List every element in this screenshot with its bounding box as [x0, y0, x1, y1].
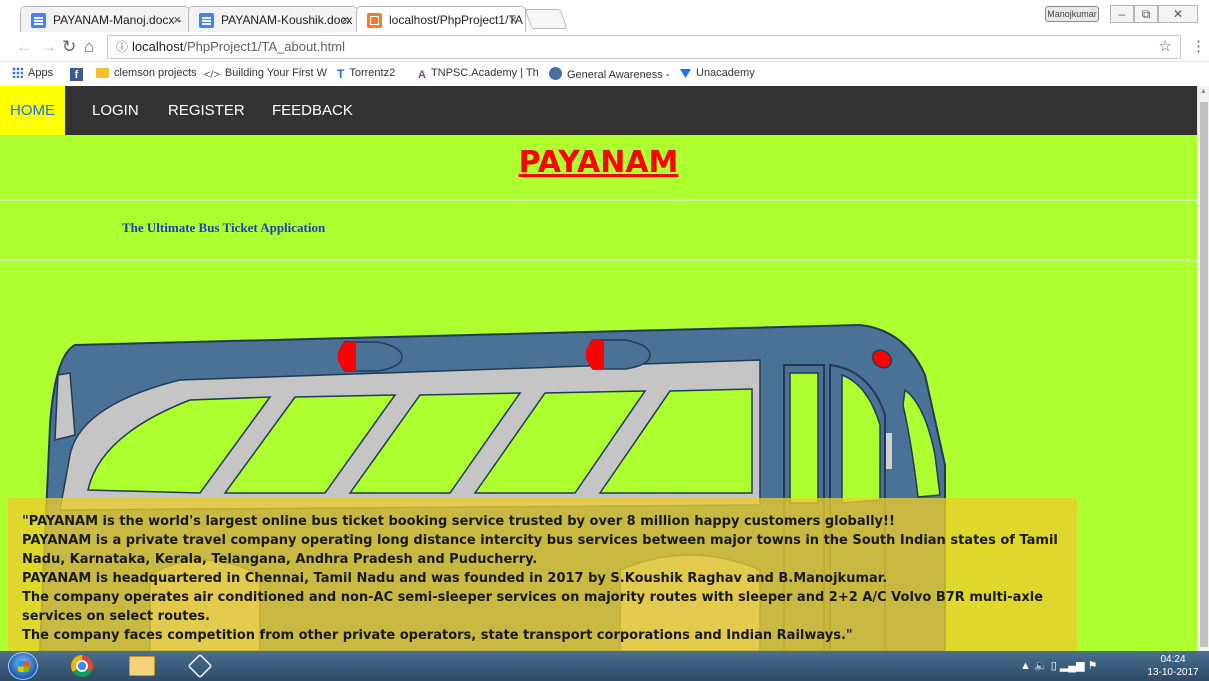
browser-toolbar: ← → ↻ ⌂ ⓘ localhost/PhpProject1/TA_about.… — [0, 32, 1209, 62]
google-docs-icon — [199, 13, 214, 28]
windows-start-icon[interactable] — [8, 652, 38, 680]
google-docs-icon — [31, 13, 46, 28]
about-line: The company faces competition from other… — [22, 628, 853, 643]
browser-tab[interactable]: PAYANAM-Koushik.docx × — [188, 6, 358, 32]
about-line: PAYANAM is a private travel company oper… — [22, 533, 1058, 567]
nav-register[interactable]: REGISTER — [158, 86, 255, 135]
page-scrollbar[interactable]: ▲ — [1197, 86, 1209, 651]
show-hidden-icons-icon[interactable]: ▲ — [1020, 660, 1031, 672]
home-icon[interactable]: ⌂ — [84, 37, 94, 57]
battery-icon[interactable]: ▯ — [1051, 660, 1057, 672]
bookmark-link[interactable]: T Torrentz2 — [337, 67, 395, 81]
restore-icon[interactable]: ⧉ — [1134, 5, 1158, 23]
action-center-icon[interactable]: ⚑ — [1088, 660, 1098, 672]
about-line: "PAYANAM is the world's largest online b… — [22, 514, 895, 529]
reload-icon[interactable]: ↻ — [62, 37, 76, 57]
xampp-icon — [367, 13, 382, 28]
bookmark-label: General Awareness - — [567, 69, 670, 81]
profile-button[interactable]: Manojkumar — [1045, 6, 1099, 22]
about-line: PAYANAM is headquartered in Chennai, Tam… — [22, 571, 888, 586]
address-bar[interactable]: ⓘ localhost/PhpProject1/TA_about.html ☆ — [107, 35, 1181, 59]
browser-tab[interactable]: PAYANAM-Manoj.docx - × — [20, 6, 190, 32]
minimize-icon[interactable]: – — [1110, 5, 1134, 23]
close-window-icon[interactable]: ✕ — [1158, 5, 1198, 23]
windows-taskbar: ▲ 🔈 ▯ ▂▄▆ ⚑ 04:24 13-10-2017 — [0, 651, 1209, 681]
bookmark-label: Apps — [28, 67, 54, 79]
page-title: PAYANAM — [518, 145, 679, 180]
new-tab-button[interactable] — [524, 9, 568, 29]
page-content: PAYANAM The Ultimate Bus Ticket Applicat… — [0, 135, 1197, 651]
bookmark-link[interactable]: Unacademy — [680, 67, 755, 79]
torrentz-icon: T — [337, 67, 345, 81]
taskbar-chrome[interactable] — [60, 653, 104, 679]
menu-kebab-icon[interactable]: ⋮ — [1191, 38, 1206, 56]
info-icon[interactable]: ⓘ — [116, 40, 128, 54]
volume-icon[interactable]: 🔈 — [1034, 660, 1048, 672]
bookmark-link[interactable]: </> Building Your First W — [204, 67, 327, 81]
clock-date: 13-10-2017 — [1147, 667, 1199, 678]
bookmark-folder[interactable]: clemson projects — [96, 67, 197, 79]
bookmark-star-icon[interactable]: ☆ — [1159, 36, 1172, 58]
url-host: localhost — [132, 39, 184, 54]
taskbar-virtualbox[interactable] — [178, 653, 222, 679]
globe-icon — [549, 67, 562, 80]
back-icon[interactable]: ← — [16, 37, 33, 57]
code-icon: </> — [204, 69, 220, 81]
nav-home[interactable]: HOME — [0, 86, 65, 135]
bookmark-link[interactable]: A TNPSC.Academy | Th — [418, 67, 539, 81]
close-tab-icon[interactable]: × — [341, 12, 349, 27]
nav-login[interactable]: LOGIN — [82, 86, 149, 135]
url-path: /PhpProject1/TA_about.html — [183, 39, 345, 54]
bookmark-label: TNPSC.Academy | Th — [430, 67, 539, 79]
forward-icon[interactable]: → — [40, 37, 57, 57]
taskbar-clock[interactable]: 04:24 13-10-2017 — [1140, 653, 1206, 679]
bookmark-label: Building Your First W — [224, 67, 328, 79]
unacademy-icon — [680, 69, 691, 78]
bookmark-apps[interactable]: Apps — [12, 67, 53, 79]
bookmark-link[interactable]: General Awareness - — [549, 67, 670, 81]
browser-tab-strip: PAYANAM-Manoj.docx - × PAYANAM-Koushik.d… — [0, 0, 1209, 32]
bookmarks-bar: Apps f clemson projects </> Building Your… — [0, 62, 1209, 86]
tab-title: localhost/PhpProject1/TA — [389, 13, 523, 27]
bookmark-label: Unacademy — [696, 67, 755, 79]
virtualbox-icon — [187, 653, 213, 679]
scroll-up-icon[interactable]: ▲ — [1200, 88, 1207, 95]
chrome-icon — [71, 655, 93, 677]
system-tray[interactable]: ▲ 🔈 ▯ ▂▄▆ ⚑ — [1020, 659, 1098, 672]
divider — [0, 259, 1197, 261]
tnpsc-icon: A — [418, 69, 426, 81]
file-explorer-icon — [129, 656, 155, 676]
folder-icon — [96, 68, 109, 78]
network-signal-icon[interactable]: ▂▄▆ — [1060, 660, 1085, 672]
tab-title: PAYANAM-Koushik.docx — [221, 13, 353, 27]
bookmark-label: Torrentz2 — [349, 67, 396, 79]
close-tab-icon[interactable]: × — [173, 12, 181, 27]
clock-time: 04:24 — [1160, 654, 1186, 665]
close-tab-icon[interactable]: × — [509, 12, 517, 27]
nav-feedback[interactable]: FEEDBACK — [262, 86, 363, 135]
tagline: The Ultimate Bus Ticket Application — [122, 220, 326, 235]
taskbar-explorer[interactable] — [120, 653, 164, 679]
about-text-panel: "PAYANAM is the world's largest online b… — [8, 498, 1077, 651]
bookmark-facebook[interactable]: f — [70, 67, 88, 81]
browser-tab-active[interactable]: localhost/PhpProject1/TA × — [356, 6, 526, 32]
facebook-icon: f — [70, 68, 83, 81]
about-line: The company operates air conditioned and… — [22, 590, 1044, 624]
bookmark-label: clemson projects — [114, 67, 197, 79]
screen: PAYANAM-Manoj.docx - × PAYANAM-Koushik.d… — [0, 0, 1209, 681]
site-navbar: HOME LOGIN REGISTER FEEDBACK — [0, 86, 1197, 135]
tab-title: PAYANAM-Manoj.docx - — [53, 13, 182, 27]
divider — [0, 199, 1197, 201]
apps-grid-icon — [12, 67, 23, 78]
scrollbar-thumb[interactable] — [1200, 102, 1208, 647]
